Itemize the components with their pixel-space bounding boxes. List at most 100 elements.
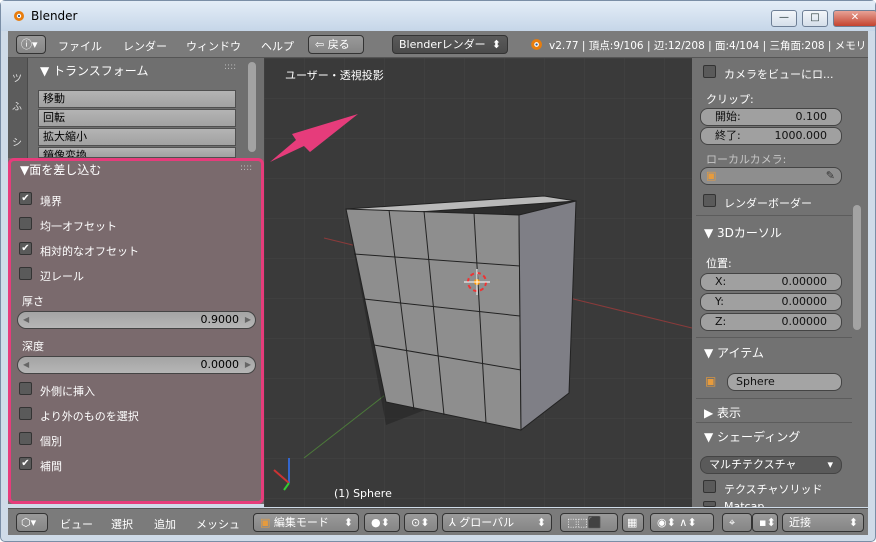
orientation-value: グローバル [459,516,515,529]
minimize-button[interactable]: — [771,10,797,27]
transform-title: トランスフォーム [53,64,149,78]
shading-panel-header[interactable]: ▼ シェーディング [704,428,800,445]
pivot-point-select[interactable]: ⊙⬍ [404,513,438,532]
editor-type-info-icon[interactable]: ⓘ▾ [16,35,46,54]
menu-help[interactable]: ヘルプ [261,38,294,54]
tab-create[interactable]: ふ [12,98,22,113]
tab-shading[interactable]: シ [12,134,22,149]
translate-button[interactable]: 移動 [38,90,236,108]
maximize-button[interactable]: □ [802,10,828,27]
cursor-x-value: 0.00000 [781,275,828,288]
menu-render[interactable]: レンダー [123,38,167,54]
divider [696,337,852,338]
eyedropper-icon[interactable]: ✎ [826,168,835,184]
window-title: Blender [31,9,78,23]
display-panel-header[interactable]: ▶ 表示 [704,404,741,421]
matcap-checkbox[interactable] [703,501,716,507]
back-label: 戻る [327,38,350,51]
shading-title: シェーディング [717,430,801,444]
menu-view[interactable]: ビュー [60,516,93,532]
clip-end-field[interactable]: 終了: 1000.000 [700,127,842,145]
occlude-geometry-icon[interactable]: ▦ [622,513,644,532]
rotate-button[interactable]: 回転 [38,109,236,127]
orientation-select[interactable]: ⅄ グローバル ⬍ [442,513,552,532]
properties-scrollbar[interactable] [853,205,861,330]
select-mode-buttons[interactable]: ⬚⬚⬛ [560,513,618,532]
matcap-label: Matcap [724,500,765,507]
cursor-z-field[interactable]: Z: 0.00000 [700,313,842,331]
back-icon: ⇦ [315,38,328,51]
transform-panel-header[interactable]: ▼ トランスフォーム [40,62,148,79]
render-border-checkbox[interactable] [703,194,716,207]
select-arrows-icon: ⬍ [536,516,546,529]
editor-type-3d-view-icon[interactable]: ⬡▾ [16,513,48,532]
camera-object-icon: ▣ [706,169,717,182]
clip-end-label: 終了: [715,129,741,142]
shading-mode-select[interactable]: マルチテクスチャ ▾ [700,456,842,474]
menu-select[interactable]: 選択 [111,516,133,532]
cursor-y-field[interactable]: Y: 0.00000 [700,293,842,311]
clip-end-value: 1000.000 [774,129,828,142]
snap-toggle-icon[interactable]: ⌖ [722,513,752,532]
cursor-panel-header[interactable]: ▼ 3Dカーソル [704,224,782,241]
lock-camera-label: カメラをビューにロ... [724,68,834,81]
back-button[interactable]: ⇦ 戻る [308,35,364,54]
menu-mesh[interactable]: メッシュ [196,516,240,532]
select-arrows-icon: ⬍ [343,516,353,529]
cursor-x-field[interactable]: X: 0.00000 [700,273,842,291]
viewport-title: ユーザー・透視投影 [285,69,384,82]
highlight-frame [8,158,264,504]
cursor-y-label: Y: [715,295,724,308]
collapse-arrow-icon: ▼ [40,64,54,78]
clip-start-label: 開始: [715,110,741,123]
item-panel-header[interactable]: ▼ アイテム [704,344,764,361]
cursor-x-label: X: [715,275,727,288]
close-button[interactable]: ✕ [833,10,876,27]
viewport-shading-select[interactable]: ●⬍ [364,513,400,532]
menu-file[interactable]: ファイル [58,38,102,54]
shading-mode-value: マルチテクスチャ [709,458,797,471]
render-engine-select[interactable]: Blenderレンダー ⬍ [392,35,508,54]
manipulator-icon: ⅄ [449,516,460,529]
title-bar: Blender — □ ✕ [1,1,876,31]
tab-tools[interactable]: ツ [12,70,22,85]
blender-logo-icon [531,39,542,50]
annotation-arrow [270,114,358,162]
drag-handle-icon[interactable]: :::: [224,62,236,72]
cursor-z-value: 0.00000 [781,315,828,328]
item-title: アイテム [717,346,764,360]
object-icon: ▣ [705,374,717,388]
mode-value: 編集モード [273,516,329,529]
menu-window[interactable]: ウィンドウ [186,38,241,54]
render-border-label: レンダーボーダー [724,197,812,210]
lock-camera-checkbox[interactable] [703,65,716,78]
scene-stats: v2.77 | 頂点:9/106 | 辺:12/208 | 面:4/104 | … [549,40,867,52]
snap-element-icon[interactable]: ▪⬍ [752,513,778,532]
position-label: 位置: [706,257,732,270]
divider [696,398,852,399]
clip-start-value: 0.100 [795,110,828,123]
mirror-button[interactable]: 鏡像変換 [38,147,236,158]
snap-target-select[interactable]: 近接 ⬍ [782,513,864,532]
dropdown-arrow-icon: ▾ [827,458,833,471]
render-engine-label: Blenderレンダー [399,38,486,51]
divider [696,422,852,423]
mode-select[interactable]: ▣ 編集モード ⬍ [253,513,359,532]
cursor-title: 3Dカーソル [717,226,782,240]
active-object-label: (1) Sphere [334,487,392,500]
item-name-field[interactable]: Sphere [727,373,842,391]
collapse-arrow-icon: ▼ [704,430,718,444]
select-arrows-icon: ⬍ [848,516,858,529]
divider [696,215,852,216]
cursor-z-label: Z: [715,315,727,328]
tool-shelf-tabs[interactable]: ツ ふ シ [8,58,28,158]
scale-button[interactable]: 拡大縮小 [38,128,236,146]
clip-start-field[interactable]: 開始: 0.100 [700,108,842,126]
proportional-editing-select[interactable]: ◉⬍ ∧⬍ [650,513,714,532]
texture-solid-checkbox[interactable] [703,480,716,493]
menu-add[interactable]: 追加 [154,516,176,532]
tool-shelf-scrollbar[interactable] [248,62,256,152]
item-name-value: Sphere [736,375,775,388]
local-camera-field[interactable]: ▣ ✎ [700,167,842,185]
expand-arrow-icon: ▶ [704,406,718,420]
